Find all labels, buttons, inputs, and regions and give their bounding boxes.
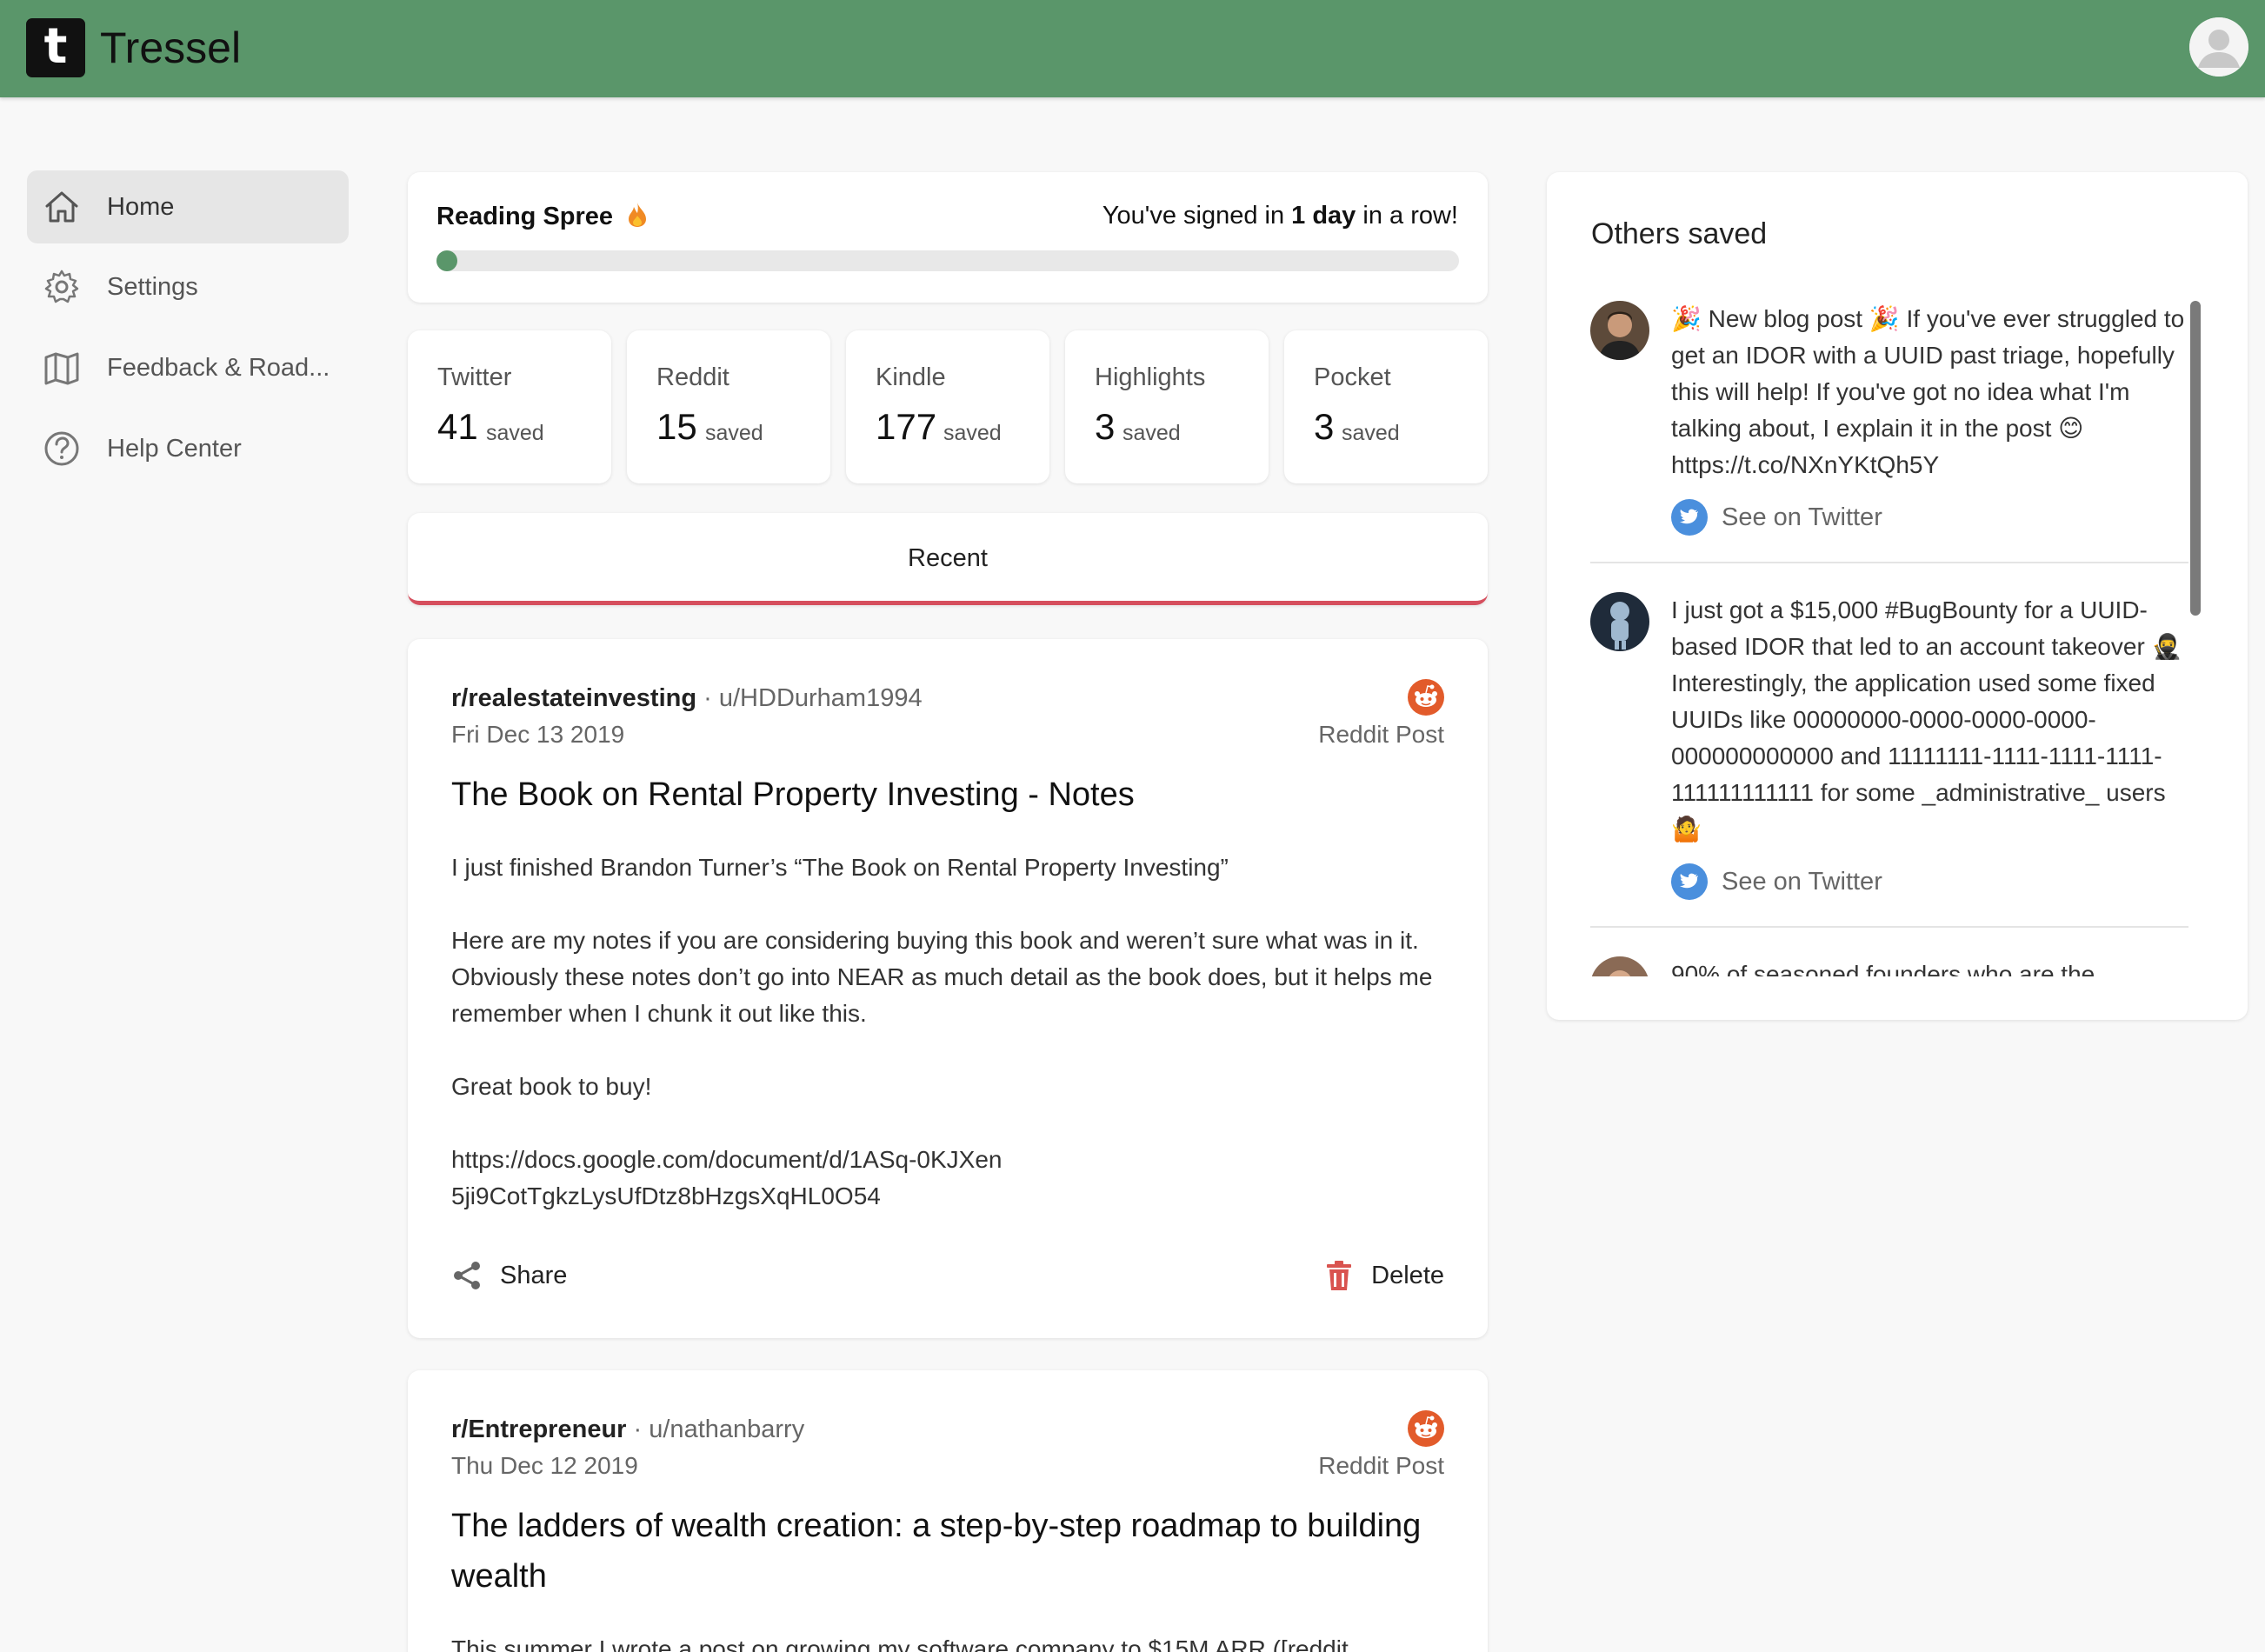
stat-label: Highlights xyxy=(1095,363,1206,391)
post-separator: · xyxy=(703,684,712,712)
stat-unit: saved xyxy=(1342,421,1400,445)
streak-progress-fill xyxy=(436,250,457,271)
avatar-icon xyxy=(2189,17,2248,77)
stat-label: Reddit xyxy=(656,363,729,391)
sidebar-item-label: Settings xyxy=(107,272,198,301)
tweet-text: 🎉 New blog post 🎉 If you've ever struggl… xyxy=(1671,305,2185,478)
sidebar-item-label: Home xyxy=(107,192,175,221)
person-avatar-icon xyxy=(1590,301,1649,360)
others-saved-feed[interactable]: 🎉 New blog post 🎉 If you've ever struggl… xyxy=(1590,285,2225,976)
sidebar-item-feedback[interactable]: Feedback & Road... xyxy=(27,331,349,404)
post-separator: · xyxy=(633,1416,643,1443)
stat-card-reddit[interactable]: Reddit 15 saved xyxy=(627,330,830,483)
share-icon xyxy=(454,1262,480,1289)
share-button[interactable]: Share xyxy=(451,1260,567,1291)
home-icon xyxy=(45,191,78,223)
sidebar-item-label: Help Center xyxy=(107,434,242,463)
reading-spree-card: Reading Spree You've signed in 1 day in … xyxy=(408,172,1488,303)
post-date: Fri Dec 13 2019 xyxy=(451,721,625,748)
stat-value: 3 xyxy=(1095,406,1116,447)
stat-value: 41 xyxy=(437,406,478,447)
reddit-icon xyxy=(1408,679,1444,716)
stat-card-twitter[interactable]: Twitter 41 saved xyxy=(408,330,611,483)
reddit-icon xyxy=(1408,1410,1444,1447)
avatar xyxy=(1590,956,1649,976)
post-body-paragraph: This summer I wrote a post on growing my… xyxy=(451,1635,1349,1652)
top-bar: t Tressel xyxy=(0,0,2265,97)
post-user[interactable]: u/nathanbarry xyxy=(649,1416,804,1443)
sidebar-item-home[interactable]: Home xyxy=(27,170,349,243)
post-user[interactable]: u/HDDurham1994 xyxy=(719,684,923,712)
stat-label: Twitter xyxy=(437,363,512,391)
person-avatar-icon xyxy=(1590,592,1649,651)
see-on-twitter-link[interactable]: See on Twitter xyxy=(1671,499,1882,536)
streak-progress-bar xyxy=(436,250,1459,271)
others-saved-title: Others saved xyxy=(1591,217,1768,250)
gear-icon xyxy=(44,270,79,303)
stat-value: 177 xyxy=(876,406,937,447)
see-on-twitter-label: See on Twitter xyxy=(1722,503,1882,531)
delete-label: Delete xyxy=(1371,1261,1444,1289)
stat-card-highlights[interactable]: Highlights 3 saved xyxy=(1065,330,1269,483)
others-saved-panel: Others saved 🎉 New blog post 🎉 If you've… xyxy=(1547,172,2248,1020)
tab-recent-label: Recent xyxy=(908,544,988,572)
share-label: Share xyxy=(500,1261,568,1289)
user-avatar[interactable] xyxy=(2189,17,2248,77)
post-body-paragraph: Here are my notes if you are considering… xyxy=(451,927,1433,1027)
reading-spree-title: Reading Spree xyxy=(436,203,614,230)
twitter-icon xyxy=(1671,499,1708,536)
avatar xyxy=(1590,592,1649,651)
delete-button[interactable]: Delete xyxy=(1326,1260,1444,1291)
see-on-twitter-label: See on Twitter xyxy=(1722,867,1882,896)
stat-unit: saved xyxy=(486,421,544,445)
stat-label: Kindle xyxy=(876,363,946,391)
map-icon xyxy=(44,352,79,385)
post-body-paragraph: I just finished Brandon Turner’s “The Bo… xyxy=(451,854,1229,881)
stat-card-pocket[interactable]: Pocket 3 saved xyxy=(1284,330,1488,483)
post-title[interactable]: The Book on Rental Property Investing - … xyxy=(451,769,1442,820)
stat-unit: saved xyxy=(1123,421,1181,445)
post-date: Thu Dec 12 2019 xyxy=(451,1452,638,1479)
stat-unit: saved xyxy=(943,421,1002,445)
person-avatar-icon xyxy=(1590,956,1649,976)
post-type: Reddit Post xyxy=(1318,1452,1444,1479)
divider xyxy=(1590,926,2188,928)
post-title[interactable]: The ladders of wealth creation: a step-b… xyxy=(451,1501,1442,1602)
trash-icon xyxy=(1327,1261,1352,1290)
flame-icon xyxy=(629,203,647,227)
divider xyxy=(1590,562,2188,563)
stat-value: 15 xyxy=(656,406,697,447)
sidebar-item-label: Feedback & Road... xyxy=(107,353,330,382)
see-on-twitter-link[interactable]: See on Twitter xyxy=(1671,863,1882,900)
stat-unit: saved xyxy=(705,421,763,445)
streak-text: You've signed in 1 day in a row! xyxy=(1102,202,1458,230)
post-subreddit[interactable]: r/Entrepreneur xyxy=(451,1416,626,1443)
post-card: r/Entrepreneur · u/nathanbarry Thu Dec 1… xyxy=(408,1370,1488,1652)
post-link[interactable]: https://docs.google.com/document/d/1ASq-… xyxy=(451,1142,1008,1215)
logo-icon[interactable]: t xyxy=(26,18,85,77)
scrollbar[interactable] xyxy=(2190,301,2201,616)
stat-label: Pocket xyxy=(1314,363,1391,391)
stat-card-kindle[interactable]: Kindle 177 saved xyxy=(846,330,1049,483)
twitter-icon xyxy=(1671,863,1708,900)
sidebar-item-help[interactable]: Help Center xyxy=(27,412,349,485)
post-body-paragraph: Great book to buy! xyxy=(451,1073,652,1100)
post-subreddit[interactable]: r/realestateinvesting xyxy=(451,684,696,712)
post-card: r/realestateinvesting · u/HDDurham1994 F… xyxy=(408,639,1488,1338)
sidebar-item-settings[interactable]: Settings xyxy=(27,250,349,323)
tab-recent[interactable]: Recent xyxy=(408,513,1488,605)
stat-value: 3 xyxy=(1314,406,1335,447)
streak-days: 1 day xyxy=(1291,202,1356,230)
tweet-text: 90% of seasoned founders who are the xyxy=(1671,961,2095,976)
help-icon xyxy=(44,431,79,466)
app-name[interactable]: Tressel xyxy=(100,19,241,77)
tweet-text: I just got a $15,000 #BugBounty for a UU… xyxy=(1671,596,2182,843)
avatar xyxy=(1590,301,1649,360)
post-type: Reddit Post xyxy=(1318,721,1444,748)
